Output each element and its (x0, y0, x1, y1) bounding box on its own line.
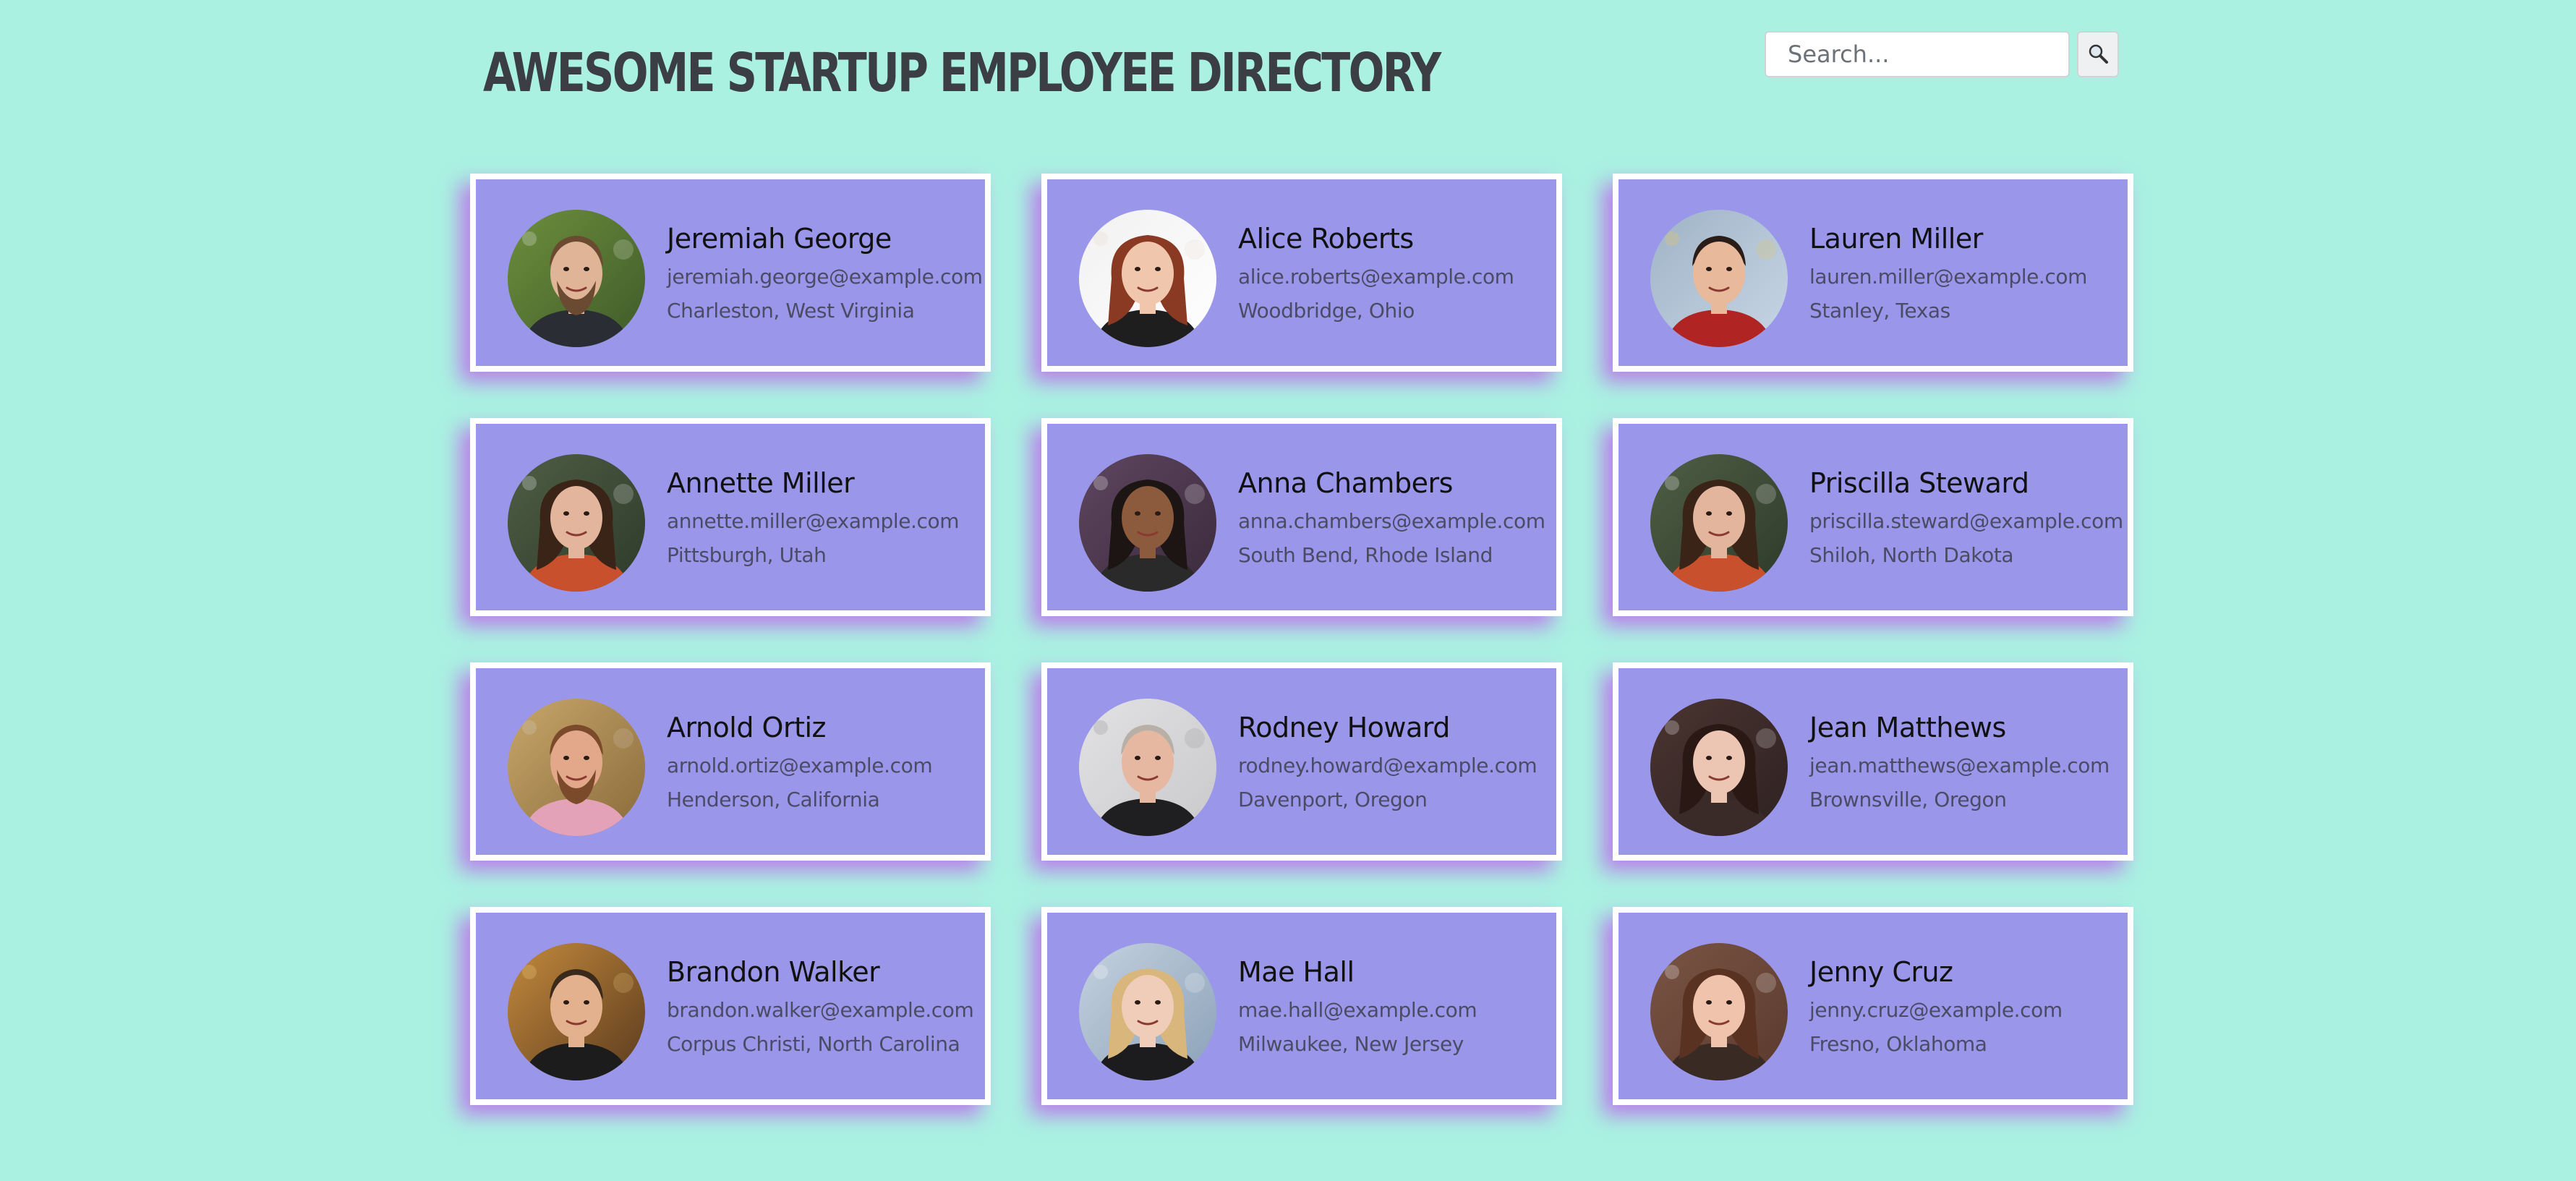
employee-avatar (1650, 699, 1788, 836)
employee-email: jean.matthews@example.com (1809, 754, 2110, 777)
employee-info: Brandon Walker brandon.walker@example.co… (667, 956, 978, 1066)
employee-location: Henderson, California (667, 788, 880, 811)
employee-card[interactable]: Priscilla Steward priscilla.steward@exam… (1613, 418, 2133, 616)
employee-location: South Bend, Rhode Island (1238, 543, 1493, 567)
employee-name: Mae Hall (1238, 956, 1355, 988)
employee-info: Lauren Miller lauren.miller@example.com … (1809, 223, 2120, 333)
employee-card[interactable]: Annette Miller annette.miller@example.co… (470, 418, 991, 616)
employee-name: Brandon Walker (667, 956, 880, 988)
employee-card[interactable]: Brandon Walker brandon.walker@example.co… (470, 907, 991, 1105)
employee-name: Rodney Howard (1238, 712, 1450, 743)
employee-avatar (1650, 454, 1788, 592)
employee-avatar (508, 454, 645, 592)
search-input[interactable] (1765, 31, 2070, 77)
employee-info: Alice Roberts alice.roberts@example.com … (1238, 223, 1549, 333)
employee-info: Mae Hall mae.hall@example.com Milwaukee,… (1238, 956, 1549, 1066)
employee-location: Shiloh, North Dakota (1809, 543, 2014, 567)
employee-info: Jean Matthews jean.matthews@example.com … (1809, 712, 2120, 822)
employee-email: annette.miller@example.com (667, 509, 960, 533)
employee-email: brandon.walker@example.com (667, 998, 974, 1022)
employee-email: arnold.ortiz@example.com (667, 754, 933, 777)
employee-card[interactable]: Arnold Ortiz arnold.ortiz@example.com He… (470, 662, 991, 861)
employee-location: Charleston, West Virginia (667, 299, 915, 323)
employee-card[interactable]: Jean Matthews jean.matthews@example.com … (1613, 662, 2133, 861)
employee-location: Fresno, Oklahoma (1809, 1032, 1987, 1056)
employee-location: Pittsburgh, Utah (667, 543, 827, 567)
employee-name: Arnold Ortiz (667, 712, 826, 743)
employee-name: Annette Miller (667, 467, 855, 499)
employee-location: Brownsville, Oregon (1809, 788, 2007, 811)
employee-email: alice.roberts@example.com (1238, 265, 1514, 289)
employee-avatar (1079, 210, 1216, 347)
employee-avatar (508, 943, 645, 1080)
employee-card[interactable]: Mae Hall mae.hall@example.com Milwaukee,… (1041, 907, 1562, 1105)
employee-card[interactable]: Lauren Miller lauren.miller@example.com … (1613, 174, 2133, 372)
employee-gallery: Jeremiah George jeremiah.george@example.… (470, 174, 2133, 1105)
employee-card[interactable]: Rodney Howard rodney.howard@example.com … (1041, 662, 1562, 861)
employee-info: Arnold Ortiz arnold.ortiz@example.com He… (667, 712, 978, 822)
employee-name: Priscilla Steward (1809, 467, 2029, 499)
employee-name: Jenny Cruz (1809, 956, 1953, 988)
employee-email: jenny.cruz@example.com (1809, 998, 2063, 1022)
employee-avatar (1079, 699, 1216, 836)
employee-avatar (1650, 210, 1788, 347)
employee-avatar (508, 210, 645, 347)
page-header: Awesome Startup Employee Directory (0, 0, 2576, 159)
employee-location: Stanley, Texas (1809, 299, 1950, 323)
employee-avatar (1079, 454, 1216, 592)
employee-card[interactable]: Anna Chambers anna.chambers@example.com … (1041, 418, 1562, 616)
employee-email: jeremiah.george@example.com (667, 265, 983, 289)
employee-info: Priscilla Steward priscilla.steward@exam… (1809, 467, 2123, 577)
employee-email: anna.chambers@example.com (1238, 509, 1545, 533)
employee-info: Jenny Cruz jenny.cruz@example.com Fresno… (1809, 956, 2120, 1066)
search-button[interactable] (2077, 31, 2119, 77)
employee-name: Jean Matthews (1809, 712, 2006, 743)
search-form (1765, 31, 2119, 77)
employee-avatar (508, 699, 645, 836)
employee-card[interactable]: Alice Roberts alice.roberts@example.com … (1041, 174, 1562, 372)
employee-email: rodney.howard@example.com (1238, 754, 1538, 777)
employee-name: Lauren Miller (1809, 223, 1983, 255)
employee-card[interactable]: Jeremiah George jeremiah.george@example.… (470, 174, 991, 372)
employee-avatar (1079, 943, 1216, 1080)
employee-info: Rodney Howard rodney.howard@example.com … (1238, 712, 1549, 822)
employee-card[interactable]: Jenny Cruz jenny.cruz@example.com Fresno… (1613, 907, 2133, 1105)
search-icon (2087, 43, 2109, 67)
employee-name: Anna Chambers (1238, 467, 1453, 499)
page-title: Awesome Startup Employee Directory (483, 42, 1441, 104)
employee-avatar (1650, 943, 1788, 1080)
employee-location: Woodbridge, Ohio (1238, 299, 1415, 323)
employee-email: mae.hall@example.com (1238, 998, 1477, 1022)
employee-location: Corpus Christi, North Carolina (667, 1032, 960, 1056)
employee-info: Annette Miller annette.miller@example.co… (667, 467, 978, 577)
employee-location: Davenport, Oregon (1238, 788, 1428, 811)
employee-info: Jeremiah George jeremiah.george@example.… (667, 223, 983, 333)
employee-email: priscilla.steward@example.com (1809, 509, 2123, 533)
employee-info: Anna Chambers anna.chambers@example.com … (1238, 467, 1549, 577)
employee-name: Alice Roberts (1238, 223, 1414, 255)
employee-email: lauren.miller@example.com (1809, 265, 2088, 289)
employee-name: Jeremiah George (667, 223, 892, 255)
employee-location: Milwaukee, New Jersey (1238, 1032, 1464, 1056)
